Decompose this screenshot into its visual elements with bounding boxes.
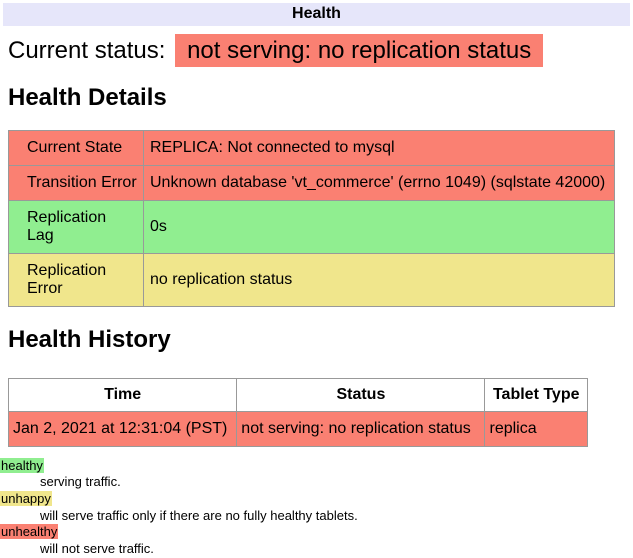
legend-definition: will serve traffic only if there are no …	[40, 508, 633, 525]
health-history-table: TimeStatusTablet Type Jan 2, 2021 at 12:…	[8, 378, 588, 447]
history-status-cell: not serving: no replication status	[237, 411, 485, 446]
detail-row: Transition ErrorUnknown database 'vt_com…	[9, 166, 615, 201]
detail-label: Transition Error	[9, 166, 144, 201]
history-column-header: Tablet Type	[485, 378, 588, 411]
history-time-cell: Jan 2, 2021 at 12:31:04 (PST)	[9, 411, 237, 446]
health-legend: healthyserving traffic.unhappy will serve…	[0, 458, 633, 558]
legend-term-chip: unhealthy	[0, 524, 58, 539]
detail-value: REPLICA: Not connected to mysql	[144, 131, 615, 166]
history-row: Jan 2, 2021 at 12:31:04 (PST)not serving…	[9, 411, 588, 446]
detail-value: Unknown database 'vt_commerce' (errno 10…	[144, 166, 615, 201]
legend-term: unhappy	[0, 491, 633, 508]
history-tablet-type-cell: replica	[485, 411, 588, 446]
main-content: Current status: not serving: no replicat…	[8, 37, 615, 447]
page-title: Health	[3, 3, 630, 26]
current-status-badge: not serving: no replication status	[175, 34, 543, 67]
legend-term-chip: unhappy	[0, 491, 52, 506]
current-status-label: Current status:	[8, 37, 165, 64]
detail-row: Current StateREPLICA: Not connected to m…	[9, 131, 615, 166]
health-details-heading: Health Details	[8, 84, 615, 112]
legend-definition: will not serve traffic.	[40, 541, 633, 558]
current-status-line: Current status: not serving: no replicat…	[8, 37, 615, 65]
detail-label: Replication Lag	[9, 201, 144, 254]
health-details-table: Current StateREPLICA: Not connected to m…	[8, 130, 615, 307]
detail-row: Replication Errorno replication status	[9, 254, 615, 307]
health-history-heading: Health History	[8, 326, 615, 354]
history-column-header: Time	[9, 378, 237, 411]
detail-value: no replication status	[144, 254, 615, 307]
legend-term: healthy	[0, 458, 633, 475]
history-header-row: TimeStatusTablet Type	[9, 378, 588, 411]
detail-row: Replication Lag0s	[9, 201, 615, 254]
legend-definition: serving traffic.	[40, 474, 633, 491]
legend-term-chip: healthy	[0, 458, 44, 473]
detail-value: 0s	[144, 201, 615, 254]
detail-label: Current State	[9, 131, 144, 166]
legend-term: unhealthy	[0, 524, 633, 541]
detail-label: Replication Error	[9, 254, 144, 307]
history-column-header: Status	[237, 378, 485, 411]
